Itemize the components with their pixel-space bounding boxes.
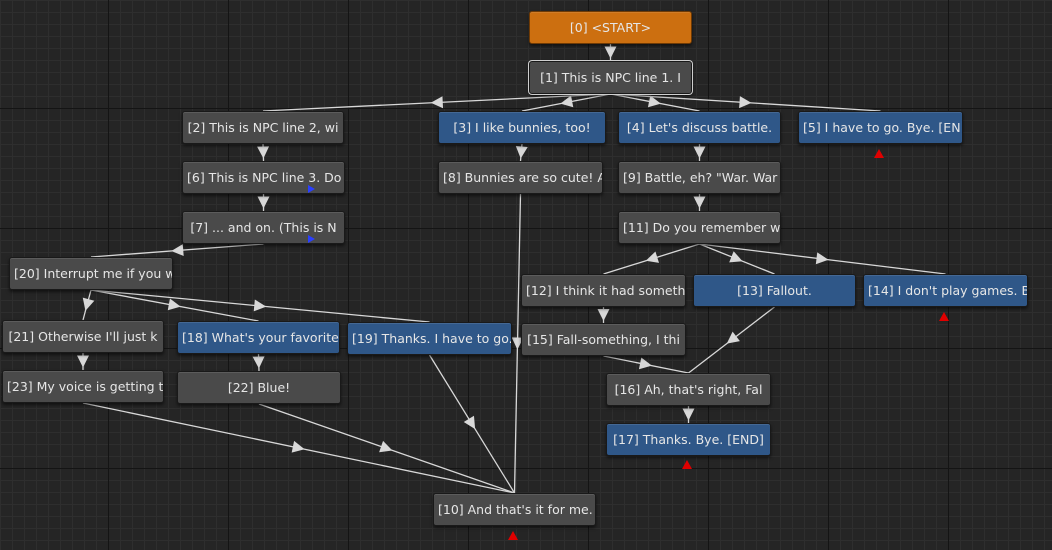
end-marker-icon [682, 460, 692, 469]
continue-marker-icon [308, 185, 315, 193]
node-10[interactable]: [10] And that's it for me. [433, 493, 596, 526]
node-18[interactable]: [18] What's your favorite [177, 321, 340, 354]
link-arrow-icon [430, 96, 444, 109]
node-6[interactable]: [6] This is NPC line 3. Do [182, 161, 345, 194]
node-16[interactable]: [16] Ah, that's right, Fal [606, 373, 771, 406]
link-arrow-icon [739, 96, 752, 109]
node-21[interactable]: [21] Otherwise I'll just k [2, 320, 164, 353]
link-arrow-icon [515, 145, 528, 159]
link-arrow-icon [171, 244, 184, 257]
end-marker-icon [874, 149, 884, 158]
node-19[interactable]: [19] Thanks. I have to go. [347, 322, 512, 355]
node-4[interactable]: [4] Let's discuss battle. [618, 111, 781, 144]
end-marker-icon [508, 531, 518, 540]
link-arrow-icon [604, 46, 617, 59]
link-arrow-icon [560, 95, 574, 108]
node-8[interactable]: [8] Bunnies are so cute! A [438, 161, 603, 194]
link-arrow-icon [252, 356, 265, 369]
link-arrow-icon [682, 408, 695, 421]
node-9[interactable]: [9] Battle, eh? "War. War [618, 161, 781, 194]
link-arrow-icon [82, 297, 95, 311]
link-arrow-icon [379, 440, 393, 453]
node-1[interactable]: [1] This is NPC line 1. I [529, 61, 692, 94]
link-arrow-icon [693, 196, 706, 209]
continue-marker-icon [308, 235, 315, 243]
node-23[interactable]: [23] My voice is getting t [2, 370, 164, 403]
node-7[interactable]: [7] ... and on. (This is N [182, 211, 345, 244]
node-22[interactable]: [22] Blue! [177, 371, 341, 404]
link-arrow-icon [693, 146, 706, 159]
node-20[interactable]: [20] Interrupt me if you w [9, 257, 173, 290]
node-15[interactable]: [15] Fall-something, I thi [521, 323, 686, 356]
link-arrow-icon [253, 299, 267, 312]
link-arrow-icon [463, 415, 476, 430]
link-arrow-icon [729, 251, 743, 263]
link-arrow-icon [77, 355, 89, 368]
link-arrow-icon [257, 146, 270, 159]
node-11[interactable]: [11] Do you remember what [618, 211, 781, 244]
end-marker-icon [939, 312, 949, 321]
link-arrow-icon [597, 309, 610, 321]
link-arrow-icon [815, 252, 829, 265]
link-arrow-icon [726, 331, 740, 344]
link-arrow-icon [291, 440, 305, 453]
node-13[interactable]: [13] Fallout. [693, 274, 856, 307]
node-5[interactable]: [5] I have to go. Bye. [EN [798, 111, 963, 144]
node-17[interactable]: [17] Thanks. Bye. [END] [606, 423, 771, 456]
node-3[interactable]: [3] I like bunnies, too! [438, 111, 606, 144]
dialogue-graph-canvas[interactable]: [0] <START> [1] This is NPC line 1. I [2… [0, 0, 1052, 550]
node-12[interactable]: [12] I think it had someth [521, 274, 686, 307]
link-arrow-icon [638, 357, 652, 370]
node-2[interactable]: [2] This is NPC line 2, wi [182, 111, 344, 144]
link-arrow-icon [645, 251, 660, 263]
link-arrow-icon [167, 298, 181, 311]
node-0[interactable]: [0] <START> [529, 11, 692, 44]
link-arrow-icon [257, 196, 270, 209]
node-14[interactable]: [14] I don't play games. B [863, 274, 1028, 307]
